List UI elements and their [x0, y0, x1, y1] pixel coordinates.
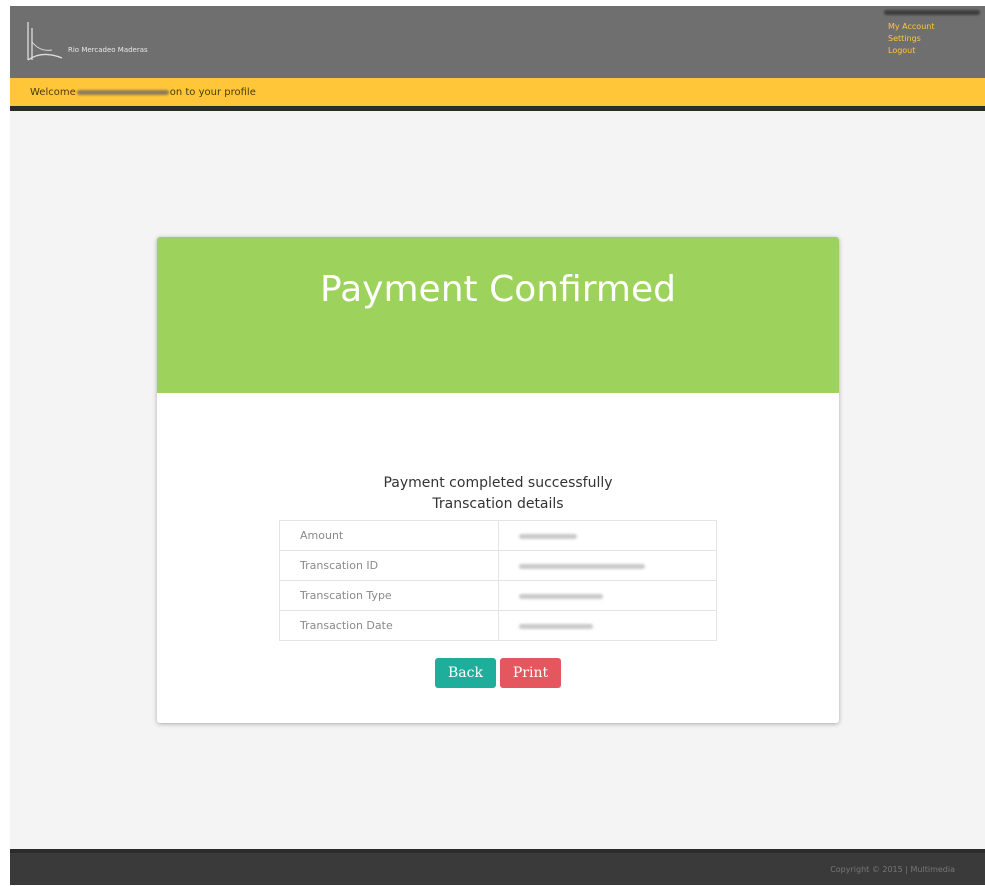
brand-name: Rio Mercadeo Maderas [68, 46, 148, 54]
row-value-transaction-date [498, 610, 717, 641]
details-heading: Transcation details [432, 496, 564, 512]
table-row: Transcation Type [279, 580, 717, 611]
top-header: Rio Mercadeo Maderas My Account Settings… [10, 6, 985, 78]
menu-settings[interactable]: Settings [888, 34, 934, 44]
confirmation-card: Payment Confirmed Payment completed succ… [157, 237, 839, 723]
brand-logo[interactable]: Rio Mercadeo Maderas [22, 20, 192, 64]
main-content: Payment Confirmed Payment completed succ… [10, 111, 985, 849]
row-label-transaction-type: Transcation Type [279, 580, 499, 611]
redacted-username [884, 10, 980, 15]
menu-my-account[interactable]: My Account [888, 22, 934, 32]
redacted-name [76, 89, 169, 95]
account-menu: My Account Settings Logout [888, 22, 934, 56]
row-label-amount: Amount [279, 520, 499, 551]
card-header: Payment Confirmed [157, 237, 839, 393]
welcome-banner: Welcome on to your profile [10, 78, 985, 106]
app-frame: Rio Mercadeo Maderas My Account Settings… [10, 6, 985, 885]
page-title: Payment Confirmed [320, 269, 676, 310]
copyright-text: Copyright © 2015 | Multimedia [830, 865, 955, 874]
action-buttons: Back Print [157, 658, 839, 688]
table-row: Transcation ID [279, 550, 717, 581]
table-row: Transaction Date [279, 610, 717, 641]
welcome-suffix: on to your profile [169, 86, 256, 98]
menu-logout[interactable]: Logout [888, 46, 934, 56]
page-footer: Copyright © 2015 | Multimedia [10, 853, 985, 885]
success-text: Payment completed successfully [383, 475, 613, 491]
row-value-transaction-id [498, 550, 717, 581]
logo-mark-icon [27, 22, 63, 61]
back-button[interactable]: Back [435, 658, 496, 688]
table-row: Amount [279, 520, 717, 551]
transaction-details-table: Amount Transcation ID Transcation Type T… [279, 520, 717, 641]
row-value-amount [498, 520, 717, 551]
confirmation-message: Payment completed successfully Transcati… [157, 473, 839, 515]
print-button[interactable]: Print [500, 658, 561, 688]
row-label-transaction-id: Transcation ID [279, 550, 499, 581]
row-value-transaction-type [498, 580, 717, 611]
row-label-transaction-date: Transaction Date [279, 610, 499, 641]
welcome-prefix: Welcome [30, 86, 76, 98]
